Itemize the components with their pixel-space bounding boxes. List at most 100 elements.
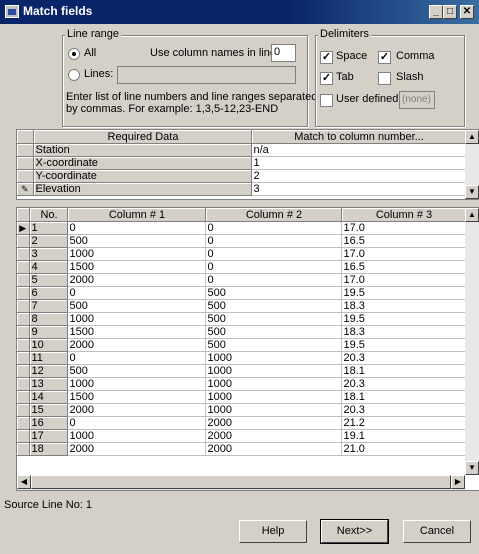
table-row[interactable]: 16 0 2000 21.2 [17,416,466,430]
cell[interactable]: 2000 [205,442,342,456]
cell[interactable]: 500 [205,312,342,326]
cell[interactable]: 0 [205,221,342,235]
cell[interactable]: 1000 [205,377,342,391]
table-row[interactable]: 13 1000 1000 20.3 [17,377,466,391]
cell[interactable]: 1000 [67,312,206,326]
cell[interactable]: 1000 [67,377,206,391]
cell[interactable]: 1500 [67,325,206,339]
match-column-header[interactable]: Match to column number... [251,130,466,144]
maximize-button[interactable]: □ [443,5,457,19]
cell[interactable]: 0 [205,247,342,261]
mapping-row[interactable]: X-coordinate 1 [17,156,466,170]
cell[interactable]: 1000 [67,429,206,443]
cell[interactable]: 500 [205,325,342,339]
scroll-up-icon[interactable]: ▲ [465,208,479,222]
cell[interactable]: 2000 [205,416,342,430]
cell[interactable]: 0 [67,286,206,300]
table-row[interactable]: 5 2000 0 17.0 [17,273,466,287]
mapping-row[interactable]: ✎ Elevation 3 [17,182,466,196]
cell[interactable]: 1000 [205,351,342,365]
title-bar[interactable]: Match fields _ □ ✕ [0,0,479,24]
cell[interactable]: 1000 [205,403,342,417]
cell[interactable]: 2000 [67,338,206,352]
lines-radio[interactable] [68,69,80,81]
cell[interactable]: 17.0 [341,273,466,287]
minimize-button[interactable]: _ [429,5,443,19]
cell[interactable]: 19.5 [341,338,466,352]
scroll-thumb[interactable] [31,475,451,489]
table-row[interactable]: 18 2000 2000 21.0 [17,442,466,456]
lines-input[interactable] [117,66,296,84]
scroll-down-icon[interactable]: ▼ [465,185,479,199]
cell[interactable]: 1500 [67,260,206,274]
cell[interactable]: 18.1 [341,390,466,404]
cell[interactable]: 19.5 [341,286,466,300]
table-row[interactable]: 11 0 1000 20.3 [17,351,466,365]
cell[interactable]: 19.1 [341,429,466,443]
help-button[interactable]: Help [239,520,307,543]
scroll-left-icon[interactable]: ◀ [17,475,31,489]
mapping-value[interactable]: 1 [251,156,466,170]
table-row[interactable]: 12 500 1000 18.1 [17,364,466,378]
cell[interactable]: 1000 [205,364,342,378]
cell[interactable]: 16.5 [341,234,466,248]
user-defined-input[interactable]: (none) [399,91,435,109]
user-defined-checkbox[interactable] [320,94,333,107]
cell[interactable]: 2000 [67,273,206,287]
cell[interactable]: 20.3 [341,403,466,417]
cell[interactable]: 500 [205,299,342,313]
data-vertical-scrollbar[interactable]: ▲ ▼ [465,208,479,475]
cell[interactable]: 20.3 [341,351,466,365]
space-checkbox[interactable]: ✓ [320,51,333,64]
next-button[interactable]: Next>> [320,519,389,544]
cell[interactable]: 0 [205,273,342,287]
cell[interactable]: 500 [67,364,206,378]
cell[interactable]: 1000 [205,390,342,404]
table-row[interactable]: 10 2000 500 19.5 [17,338,466,352]
cell[interactable]: 2000 [67,403,206,417]
cell[interactable]: 2000 [205,429,342,443]
table-row[interactable]: 14 1500 1000 18.1 [17,390,466,404]
cell[interactable]: 18.3 [341,299,466,313]
mapping-value[interactable]: n/a [251,143,466,157]
table-row[interactable]: 17 1000 2000 19.1 [17,429,466,443]
required-data-header[interactable]: Required Data [33,130,252,144]
table-row[interactable]: 3 1000 0 17.0 [17,247,466,261]
cell[interactable]: 21.2 [341,416,466,430]
cell[interactable]: 0 [67,416,206,430]
mapping-row[interactable]: Y-coordinate 2 [17,169,466,183]
cell[interactable]: 16.5 [341,260,466,274]
cell[interactable]: 21.0 [341,442,466,456]
cell[interactable]: 0 [205,234,342,248]
scroll-right-icon[interactable]: ▶ [451,475,465,489]
cell[interactable]: 19.5 [341,312,466,326]
table-row[interactable]: 7 500 500 18.3 [17,299,466,313]
cell[interactable]: 500 [67,234,206,248]
cell[interactable]: 2000 [67,442,206,456]
cell[interactable]: 17.0 [341,221,466,235]
table-row[interactable]: ▶ 1 0 0 17.0 [17,221,466,235]
cell[interactable]: 500 [205,286,342,300]
mapping-value[interactable]: 3 [251,182,466,196]
column-3-header[interactable]: Column # 3 [341,208,466,222]
column-names-line-input[interactable]: 0 [271,44,296,62]
cell[interactable]: 500 [67,299,206,313]
cell[interactable]: 1000 [67,247,206,261]
mapping-row[interactable]: Station n/a [17,143,466,157]
all-radio[interactable] [68,48,80,60]
table-row[interactable]: 15 2000 1000 20.3 [17,403,466,417]
cell[interactable]: 18.1 [341,364,466,378]
tab-checkbox[interactable]: ✓ [320,72,333,85]
cancel-button[interactable]: Cancel [403,520,471,543]
cell[interactable]: 20.3 [341,377,466,391]
data-horizontal-scrollbar[interactable]: ◀ ▶ [17,475,465,490]
slash-checkbox[interactable] [378,72,391,85]
scroll-down-icon[interactable]: ▼ [465,461,479,475]
table-row[interactable]: 9 1500 500 18.3 [17,325,466,339]
column-1-header[interactable]: Column # 1 [67,208,206,222]
cell[interactable]: 18.3 [341,325,466,339]
table-row[interactable]: 2 500 0 16.5 [17,234,466,248]
table-row[interactable]: 8 1000 500 19.5 [17,312,466,326]
close-button[interactable]: ✕ [460,5,474,19]
cell[interactable]: 0 [67,351,206,365]
